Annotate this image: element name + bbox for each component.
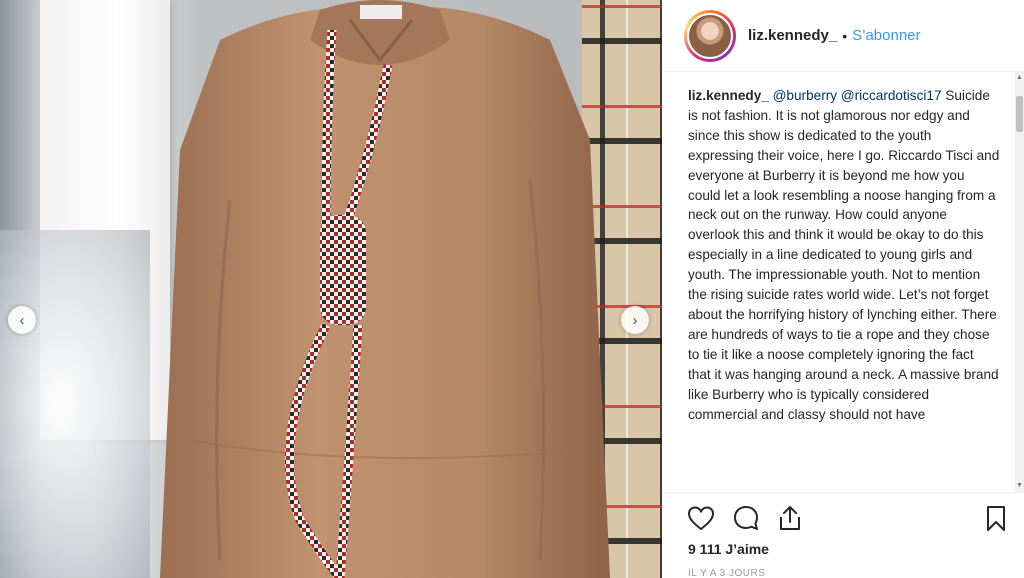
- caption-mention[interactable]: @burberry: [773, 88, 837, 103]
- avatar[interactable]: [684, 9, 736, 62]
- post-timestamp[interactable]: IL Y A 3 JOURS: [688, 568, 765, 578]
- chevron-left-icon: ‹: [19, 311, 25, 329]
- header-separator: •: [842, 27, 848, 44]
- hoodie-photo: [160, 0, 610, 578]
- follow-button[interactable]: S’abonner: [852, 27, 920, 44]
- caption-container[interactable]: liz.kennedy_ @burberry @riccardotisci17 …: [662, 86, 1024, 488]
- header-username[interactable]: liz.kennedy_: [748, 27, 837, 44]
- post-media[interactable]: ‹ ›: [0, 0, 662, 578]
- plastic-cover: [0, 230, 150, 578]
- bookmark-icon[interactable]: [981, 503, 1011, 533]
- caption: liz.kennedy_ @burberry @riccardotisci17 …: [688, 86, 1000, 424]
- caption-mention[interactable]: @riccardotisci17: [841, 88, 942, 103]
- chevron-right-icon: ›: [632, 311, 638, 329]
- caption-text: Suicide is not fashion. It is not glamor…: [688, 88, 1000, 422]
- heart-icon[interactable]: [686, 503, 716, 533]
- scroll-down-icon[interactable]: ▼: [1015, 481, 1024, 491]
- previous-image-button[interactable]: ‹: [8, 306, 36, 334]
- comment-icon[interactable]: [731, 503, 761, 533]
- scrollbar-thumb[interactable]: [1016, 96, 1023, 132]
- share-icon[interactable]: [775, 503, 805, 533]
- caption-scrollbar[interactable]: ▲ ▼: [1015, 72, 1024, 492]
- scroll-up-icon[interactable]: ▲: [1015, 73, 1024, 83]
- likes-count[interactable]: 9 111 J’aime: [688, 541, 769, 557]
- post-sidebar: liz.kennedy_ • S’abonner liz.kennedy_ @b…: [662, 0, 1024, 578]
- avatar-image: [687, 12, 733, 59]
- caption-username[interactable]: liz.kennedy_: [688, 88, 769, 103]
- action-bar: [662, 492, 1024, 540]
- post-header: liz.kennedy_ • S’abonner: [662, 0, 1024, 72]
- next-image-button[interactable]: ›: [621, 306, 649, 334]
